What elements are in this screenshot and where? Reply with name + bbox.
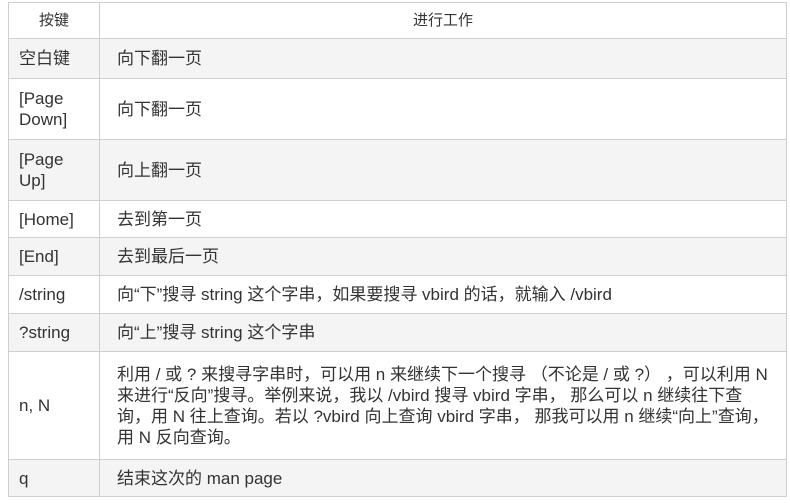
table-header-row: 按键 进行工作 <box>8 2 787 39</box>
table-row: /string 向“下”搜寻 string 这个字串，如果要搜寻 vbird 的… <box>8 275 787 314</box>
action-cell: 结束这次的 man page <box>99 459 787 497</box>
action-cell: 向上翻一页 <box>99 139 787 201</box>
action-cell: 向下翻一页 <box>99 38 787 79</box>
table-row: 空白键 向下翻一页 <box>8 38 787 79</box>
key-cell: n, N <box>8 351 100 460</box>
key-cell: /string <box>8 275 100 314</box>
key-action-table: 按键 进行工作 空白键 向下翻一页 [Page Down] 向下翻一页 [Pag… <box>8 2 787 497</box>
action-cell: 去到第一页 <box>99 200 787 238</box>
table-row: [Home] 去到第一页 <box>8 200 787 238</box>
key-cell: [Page Up] <box>8 139 100 201</box>
action-cell: 向下翻一页 <box>99 78 787 140</box>
table-row: [Page Down] 向下翻一页 <box>8 78 787 140</box>
key-cell: q <box>8 459 100 497</box>
action-cell: 利用 / 或 ? 来搜寻字串时，可以用 n 来继续下一个搜寻 （不论是 / 或 … <box>99 351 787 460</box>
table-row: ?string 向“上”搜寻 string 这个字串 <box>8 313 787 352</box>
table-row: [End] 去到最后一页 <box>8 237 787 276</box>
table-row: n, N 利用 / 或 ? 来搜寻字串时，可以用 n 来继续下一个搜寻 （不论是… <box>8 351 787 460</box>
action-cell: 向“上”搜寻 string 这个字串 <box>99 313 787 352</box>
key-cell: [Home] <box>8 200 100 238</box>
action-cell: 去到最后一页 <box>99 237 787 276</box>
key-cell: 空白键 <box>8 38 100 79</box>
header-action: 进行工作 <box>99 2 787 39</box>
action-cell: 向“下”搜寻 string 这个字串，如果要搜寻 vbird 的话，就输入 /v… <box>99 275 787 314</box>
key-cell: ?string <box>8 313 100 352</box>
table-row: q 结束这次的 man page <box>8 459 787 497</box>
key-cell: [End] <box>8 237 100 276</box>
header-key: 按键 <box>8 2 100 39</box>
table-row: [Page Up] 向上翻一页 <box>8 139 787 201</box>
key-cell: [Page Down] <box>8 78 100 140</box>
